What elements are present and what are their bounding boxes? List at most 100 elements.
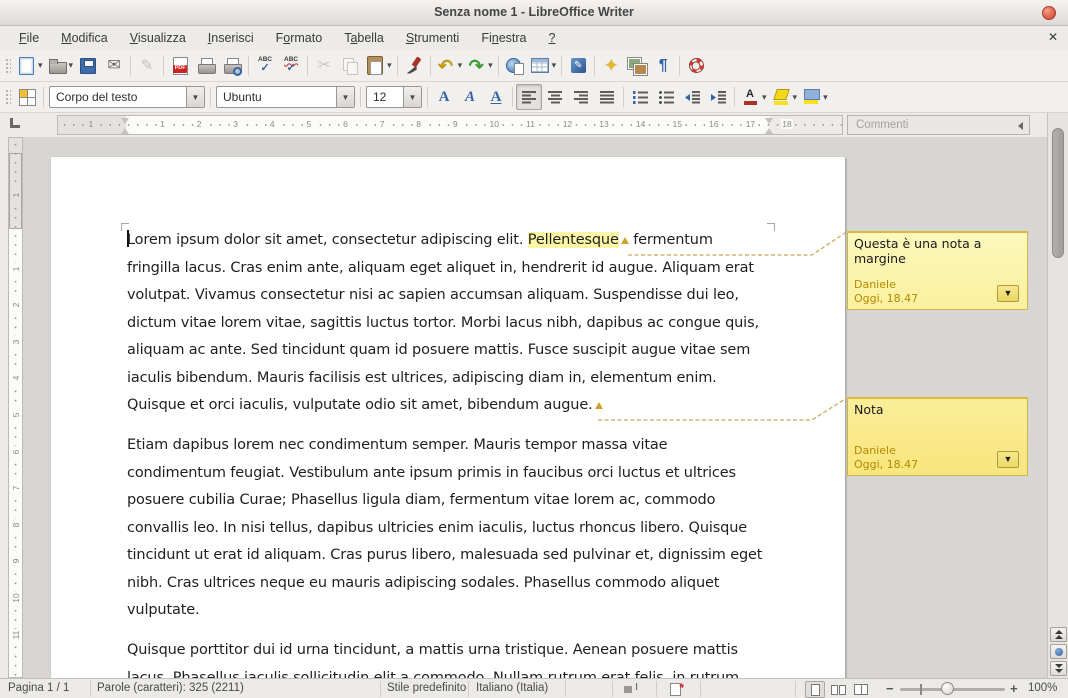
align-center-button[interactable] <box>542 84 568 110</box>
comments-header[interactable]: Commenti <box>847 115 1030 135</box>
zoom-in-button[interactable]: + <box>1010 681 1018 696</box>
next-page-button[interactable] <box>1050 661 1067 676</box>
paragraph-background-button[interactable]: ▾ <box>799 84 830 110</box>
text-line[interactable]: Etiam dapibus lorem nec condimentum semp… <box>127 432 777 460</box>
text-line[interactable]: Quisque et orci iaculis, vulputate odio … <box>127 392 777 420</box>
menu-strumenti[interactable]: Strumenti <box>395 28 471 48</box>
vertical-ruler[interactable]: 11234567891011 <box>8 137 23 678</box>
zoom-level[interactable]: 100% <box>1028 682 1057 694</box>
align-left-button[interactable] <box>516 84 542 110</box>
text-line[interactable]: iaculis bibendum. Mauris facilisis est u… <box>127 365 777 393</box>
close-document-icon[interactable]: ✕ <box>1048 30 1058 44</box>
menu-formato[interactable]: Formato <box>265 28 334 48</box>
underline-button[interactable]: A <box>483 84 509 110</box>
copy-button[interactable] <box>337 53 363 79</box>
tab-stop-selector-icon[interactable] <box>10 118 20 128</box>
text-line[interactable]: tincidunt ut erat id aliquam. Cras purus… <box>127 542 777 570</box>
collapse-comments-icon[interactable] <box>1018 122 1023 130</box>
text-line[interactable]: Quisque porttitor dui id urna tincidunt,… <box>127 637 777 665</box>
menu-help[interactable]: ? <box>537 28 566 48</box>
open-button[interactable]: ▾ <box>45 53 76 79</box>
spelling-button[interactable] <box>252 53 278 79</box>
text-line[interactable]: nibh. Cras ultrices neque eu mauris adip… <box>127 570 777 598</box>
bold-button[interactable]: A <box>431 84 457 110</box>
styles-button[interactable] <box>14 84 40 110</box>
view-single-page-button[interactable] <box>805 681 825 698</box>
font-name-dropdown[interactable]: ▼ <box>336 87 354 107</box>
zoom-slider-handle[interactable] <box>941 682 954 695</box>
highlight-color-button[interactable]: ▾ <box>769 84 800 110</box>
align-right-button[interactable] <box>568 84 594 110</box>
toolbar-grip[interactable] <box>4 57 11 75</box>
justify-button[interactable] <box>594 84 620 110</box>
new-document-dropdown[interactable]: ▾ <box>38 60 43 71</box>
view-multi-page-button[interactable] <box>828 681 848 698</box>
page-count-status[interactable]: Pagina 1 / 1 <box>8 682 69 694</box>
comment-anchor-icon[interactable] <box>621 237 629 244</box>
text-line[interactable]: dictum vitae lorem vitae, sagittis luctu… <box>127 310 777 338</box>
italic-button[interactable]: A <box>457 84 483 110</box>
text-line[interactable]: posuere cubilia Curae; Phasellus ligula … <box>127 487 777 515</box>
comment-note[interactable]: Nota Daniele Oggi, 18.47 ▼ <box>847 397 1028 476</box>
paragraph-style-combo[interactable]: Corpo del testo ▼ <box>49 86 205 108</box>
text-line[interactable]: condimentum feugiat. Vestibulum ante ips… <box>127 460 777 488</box>
paragraph[interactable]: Etiam dapibus lorem nec condimentum semp… <box>127 432 777 625</box>
horizontal-ruler[interactable]: 1123456789101112131415161718 <box>57 115 843 135</box>
text-line[interactable]: Lorem ipsum dolor sit amet, consectetur … <box>127 227 777 255</box>
print-button[interactable] <box>193 53 219 79</box>
export-pdf-button[interactable] <box>167 53 193 79</box>
paragraph-style-dropdown[interactable]: ▼ <box>186 87 204 107</box>
insert-table-button[interactable]: ▾ <box>528 53 559 79</box>
print-preview-button[interactable] <box>219 53 245 79</box>
text-line[interactable]: lacus. Phasellus iaculis sollicitudin el… <box>127 665 777 679</box>
menu-modifica[interactable]: Modifica <box>50 28 119 48</box>
decrease-indent-button[interactable] <box>679 84 705 110</box>
document-modified-icon[interactable] <box>670 683 681 696</box>
text-line[interactable]: volutpat. Vivamus consectetur nisi ac sa… <box>127 282 777 310</box>
font-name-combo[interactable]: Ubuntu ▼ <box>216 86 355 108</box>
comment-menu-button[interactable]: ▼ <box>997 285 1019 302</box>
text-line[interactable]: convallis leo. In nisi tellus, dapibus u… <box>127 515 777 543</box>
word-count-status[interactable]: Parole (caratteri): 325 (2211) <box>97 682 244 694</box>
comment-text[interactable]: Nota <box>848 399 1027 420</box>
text-line[interactable]: fringilla lacus. Cras enim ante, aliquam… <box>127 255 777 283</box>
scrollbar-thumb[interactable] <box>1052 128 1064 258</box>
edit-file-button[interactable]: ✎ <box>134 53 160 79</box>
close-window-button[interactable] <box>1042 6 1056 20</box>
ordered-list-button[interactable] <box>627 84 653 110</box>
help-button[interactable] <box>683 53 709 79</box>
formatting-marks-button[interactable]: ¶ <box>650 53 676 79</box>
toolbar-grip[interactable] <box>4 88 11 106</box>
gallery-button[interactable] <box>624 53 650 79</box>
undo-button[interactable]: ↶▾ <box>434 53 465 79</box>
comment-anchor-icon[interactable] <box>595 402 603 409</box>
open-dropdown[interactable]: ▾ <box>69 60 74 71</box>
redo-dropdown[interactable]: ▾ <box>488 60 493 71</box>
clone-formatting-button[interactable] <box>401 53 427 79</box>
document-workspace[interactable]: Lorem ipsum dolor sit amet, consectetur … <box>23 137 1047 678</box>
menu-tabella[interactable]: Tabella <box>333 28 395 48</box>
increase-indent-button[interactable] <box>705 84 731 110</box>
navigate-by-button[interactable] <box>1050 644 1067 659</box>
text-line[interactable]: vulputate. <box>127 597 777 625</box>
commented-text-highlight[interactable]: Pellentesque <box>528 232 619 248</box>
paragraph-background-dropdown[interactable]: ▾ <box>823 92 828 103</box>
navigator-button[interactable]: ✦ <box>598 53 624 79</box>
font-color-dropdown[interactable]: ▾ <box>762 92 767 103</box>
auto-spellcheck-button[interactable] <box>278 53 304 79</box>
paste-button[interactable]: ▾ <box>363 53 394 79</box>
paragraph[interactable]: Quisque porttitor dui id urna tincidunt,… <box>127 637 777 678</box>
selection-mode-icon[interactable] <box>624 685 640 694</box>
titlebar[interactable]: Senza nome 1 - LibreOffice Writer <box>0 0 1068 26</box>
menu-finestra[interactable]: Finestra <box>470 28 537 48</box>
page-style-status[interactable]: Stile predefinito <box>387 682 466 694</box>
left-indent-marker[interactable] <box>121 118 130 134</box>
menu-file[interactable]: File <box>8 28 50 48</box>
hyperlink-button[interactable] <box>502 53 528 79</box>
font-size-dropdown[interactable]: ▼ <box>403 87 421 107</box>
email-button[interactable]: ✉ <box>101 53 127 79</box>
menu-inserisci[interactable]: Inserisci <box>197 28 265 48</box>
font-size-combo[interactable]: 12 ▼ <box>366 86 422 108</box>
view-book-button[interactable] <box>851 681 871 698</box>
highlight-color-dropdown[interactable]: ▾ <box>793 92 798 103</box>
